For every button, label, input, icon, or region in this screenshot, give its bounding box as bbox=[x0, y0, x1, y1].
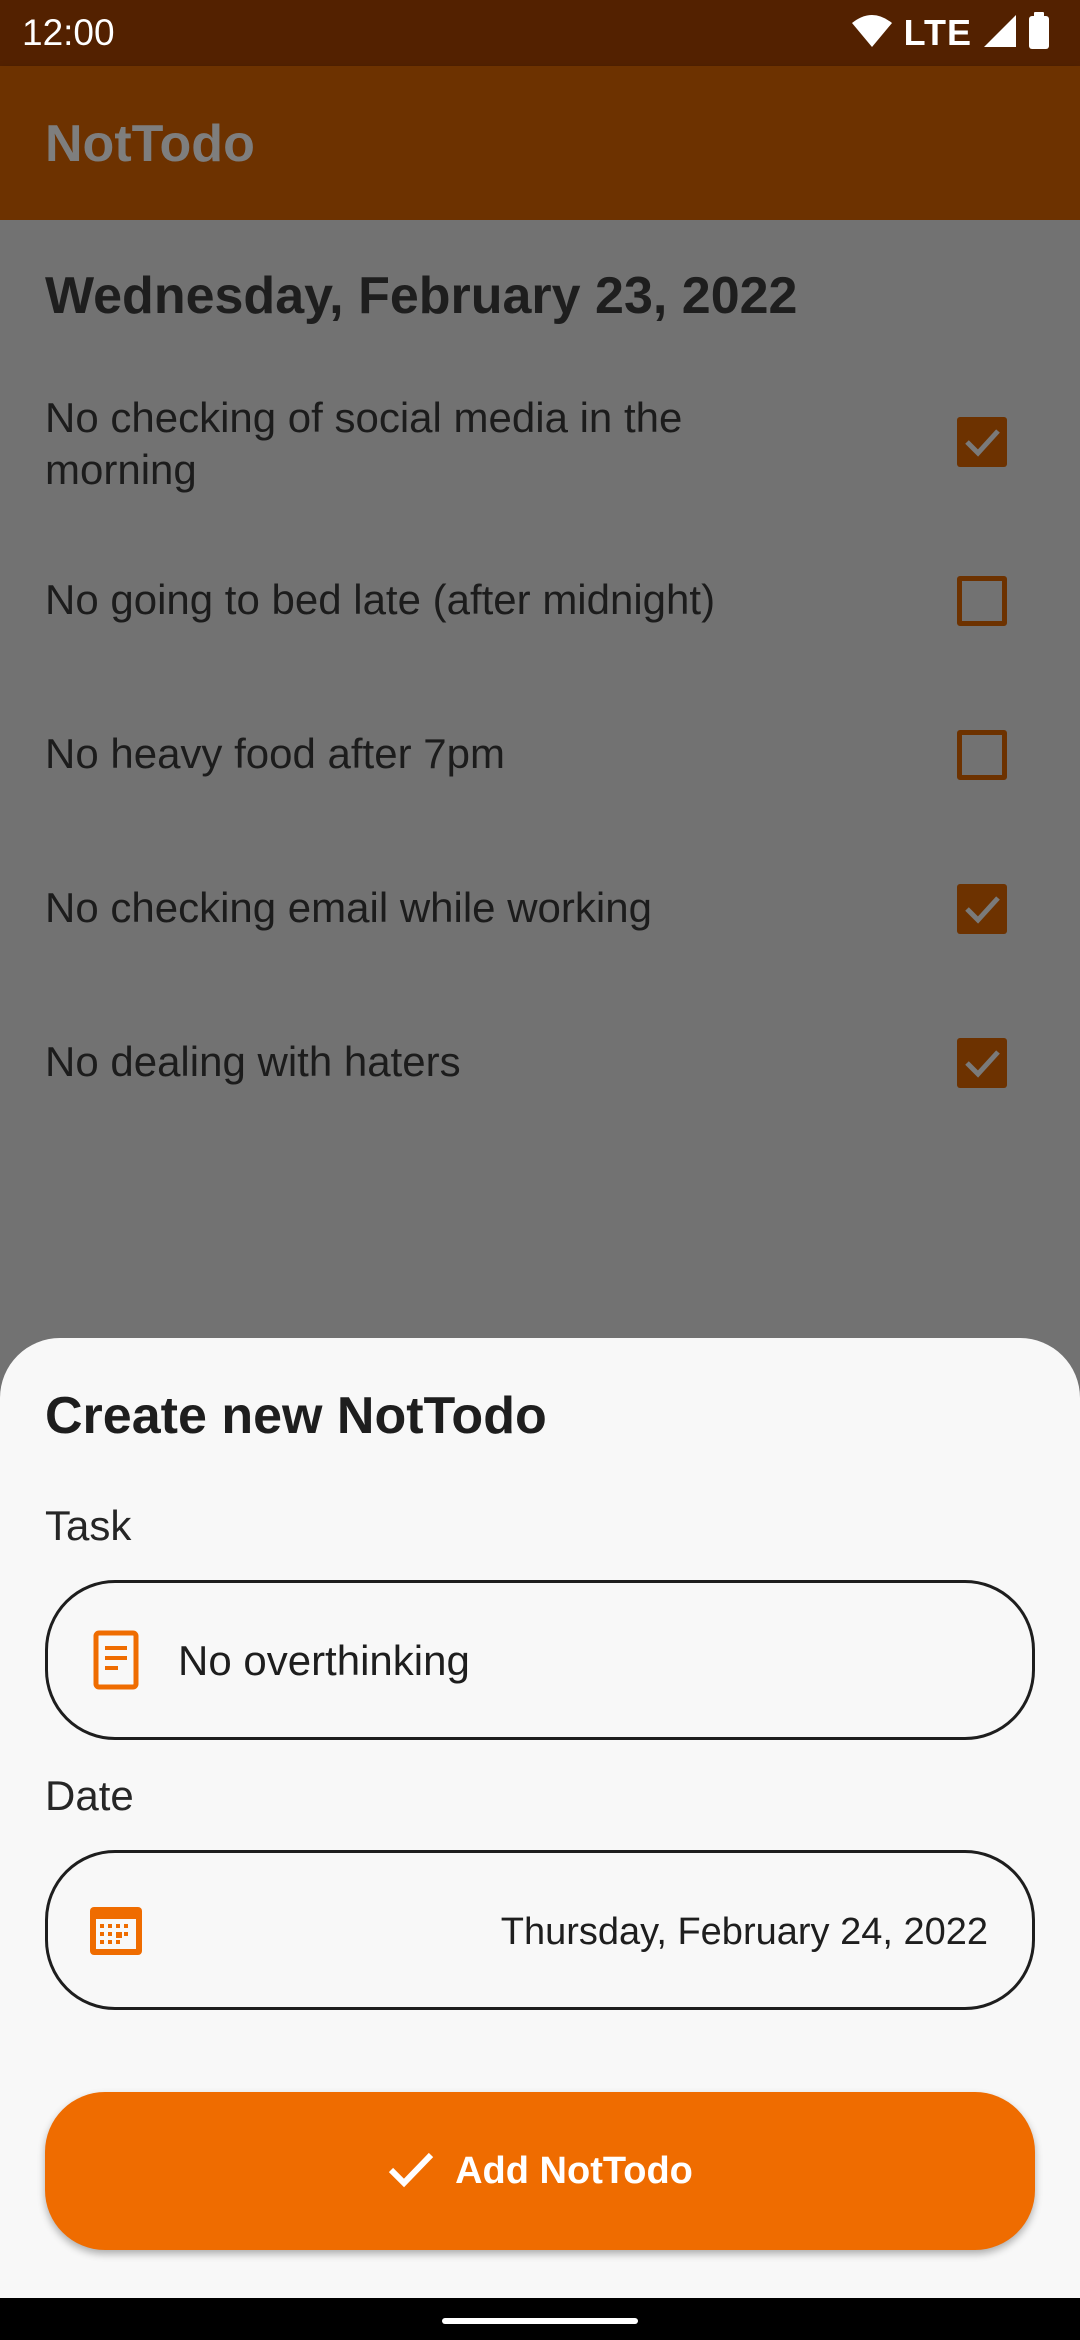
note-icon bbox=[86, 1629, 146, 1691]
list-item-checkbox[interactable] bbox=[957, 1038, 1007, 1088]
check-icon bbox=[387, 2149, 435, 2194]
status-bar: 12:00 LTE bbox=[0, 0, 1080, 66]
status-time: 12:00 bbox=[22, 12, 115, 53]
check-icon bbox=[965, 1050, 1000, 1078]
date-label: Date bbox=[45, 1772, 134, 1819]
list-item-text: No checking of social media in the morni… bbox=[45, 394, 683, 493]
status-icons: LTE bbox=[850, 10, 1050, 56]
list-item-checkbox[interactable] bbox=[957, 576, 1007, 626]
app-bar: NotTodo bbox=[0, 66, 1080, 220]
system-nav-bar bbox=[0, 2298, 1080, 2340]
date-picker-field[interactable]: Thursday, February 24, 2022 bbox=[45, 1850, 1035, 2010]
calendar-icon bbox=[86, 1899, 146, 1961]
sheet-title: Create new NotTodo bbox=[45, 1387, 547, 1445]
list-date-heading: Wednesday, February 23, 2022 bbox=[45, 267, 798, 325]
list-item-checkbox[interactable] bbox=[957, 884, 1007, 934]
list-item-checkbox[interactable] bbox=[957, 417, 1007, 467]
task-input-value: No overthinking bbox=[178, 1637, 470, 1684]
check-icon bbox=[965, 896, 1000, 924]
battery-icon bbox=[1028, 11, 1050, 55]
task-label: Task bbox=[45, 1502, 132, 1549]
date-field-value: Thursday, February 24, 2022 bbox=[500, 1911, 988, 1953]
task-input[interactable]: No overthinking bbox=[45, 1580, 1035, 1740]
list-item-text: No checking email while working bbox=[45, 884, 652, 931]
add-nottodo-button[interactable]: Add NotTodo bbox=[45, 2092, 1035, 2250]
app-title: NotTodo bbox=[45, 115, 255, 173]
list-item-checkbox[interactable] bbox=[957, 730, 1007, 780]
list-item-text: No going to bed late (after midnight) bbox=[45, 576, 716, 623]
list-item-text: No heavy food after 7pm bbox=[45, 730, 505, 777]
cellular-signal-icon bbox=[982, 13, 1018, 54]
home-gesture-handle[interactable] bbox=[442, 2318, 638, 2324]
network-type: LTE bbox=[903, 12, 972, 53]
add-nottodo-button-label: Add NotTodo bbox=[455, 2150, 693, 2192]
list-item-text: No dealing with haters bbox=[45, 1038, 461, 1085]
wifi-icon bbox=[850, 13, 894, 54]
check-icon bbox=[965, 429, 1000, 457]
